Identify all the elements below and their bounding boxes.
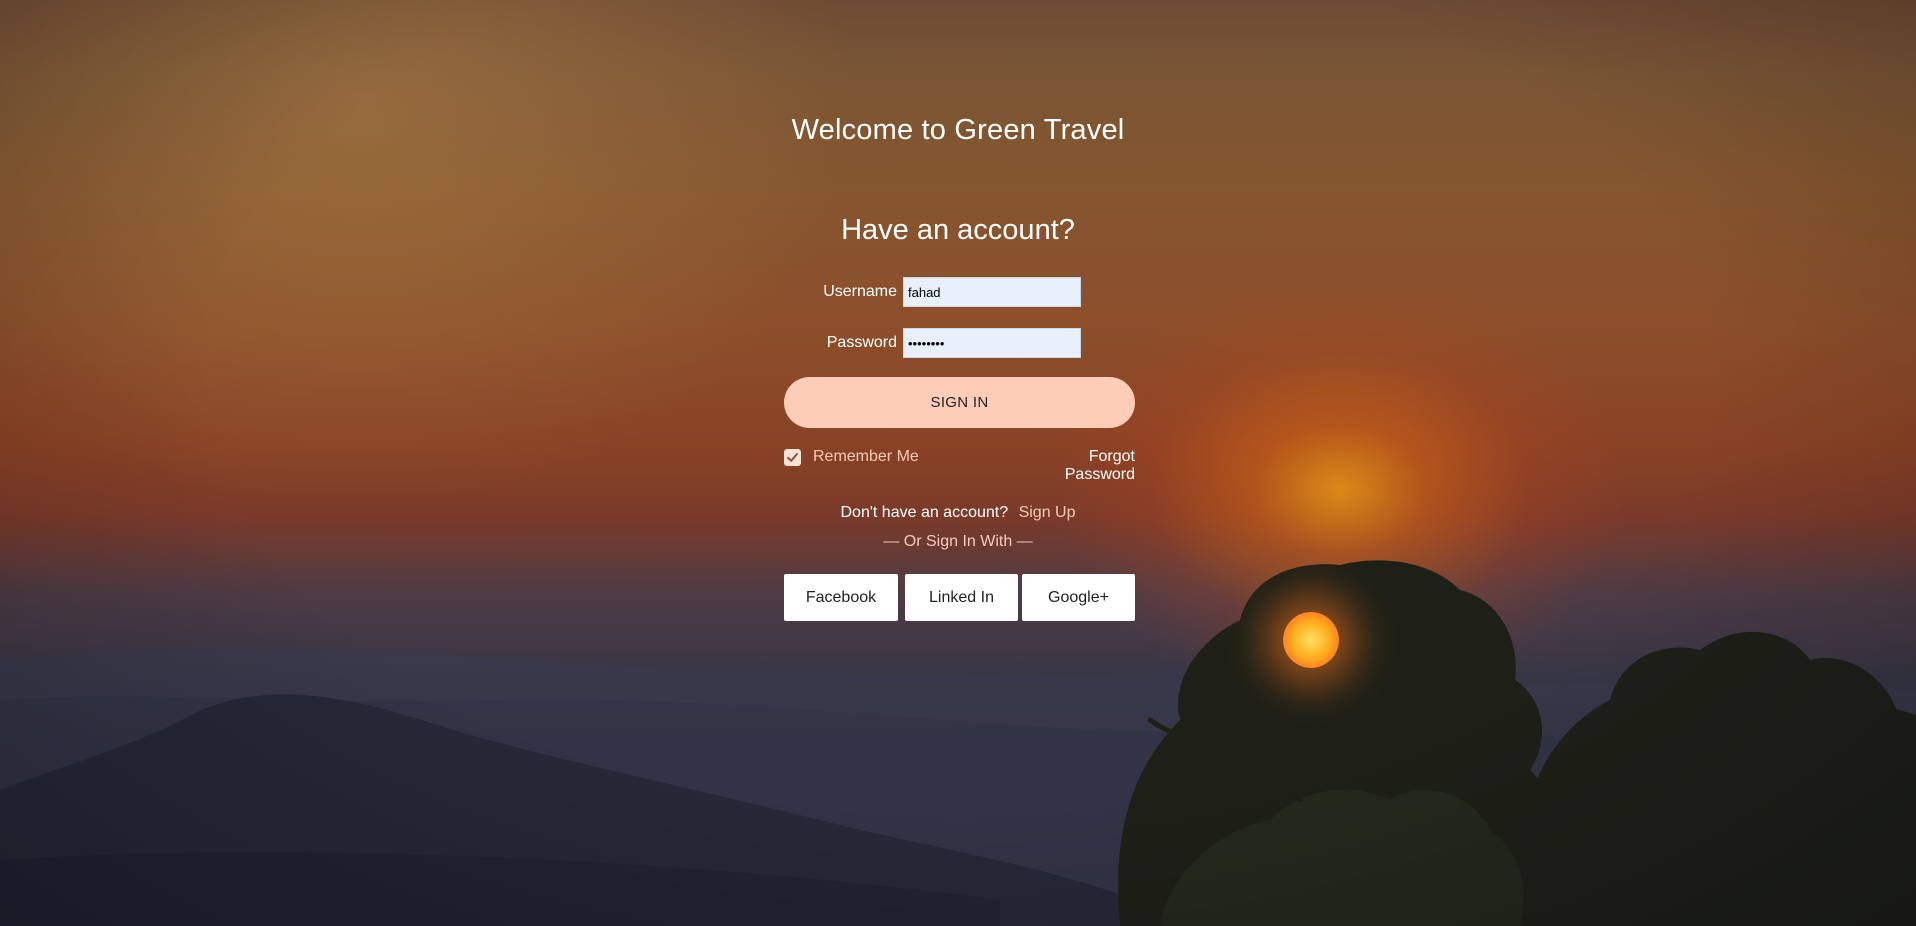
password-input[interactable] xyxy=(903,328,1081,358)
sign-in-button[interactable]: SIGN IN xyxy=(784,377,1135,428)
username-row: Username xyxy=(822,277,1081,307)
checkmark-icon xyxy=(787,452,798,462)
linkedin-button[interactable]: Linked In xyxy=(905,574,1018,621)
social-divider: — Or Sign In With — xyxy=(883,533,1033,550)
login-heading: Have an account? xyxy=(841,214,1075,246)
facebook-button[interactable]: Facebook xyxy=(784,574,898,621)
remember-checkbox[interactable] xyxy=(784,448,801,466)
username-label: Username xyxy=(823,283,897,300)
signup-prompt: Don't have an account? xyxy=(840,504,1009,521)
remember-me[interactable]: Remember Me xyxy=(784,448,919,466)
sign-up-link[interactable]: Sign Up xyxy=(1019,504,1076,521)
forgot-password-link[interactable]: Forgot Password xyxy=(1016,448,1135,484)
google-plus-button[interactable]: Google+ xyxy=(1022,574,1135,621)
signup-line: Don't have an account? Sign Up xyxy=(0,504,1916,522)
username-input[interactable] xyxy=(903,277,1081,307)
site-title: Welcome to Green Travel xyxy=(791,114,1125,146)
password-label: Password xyxy=(826,334,897,351)
password-row: Password xyxy=(822,328,1081,358)
remember-label: Remember Me xyxy=(813,448,919,465)
